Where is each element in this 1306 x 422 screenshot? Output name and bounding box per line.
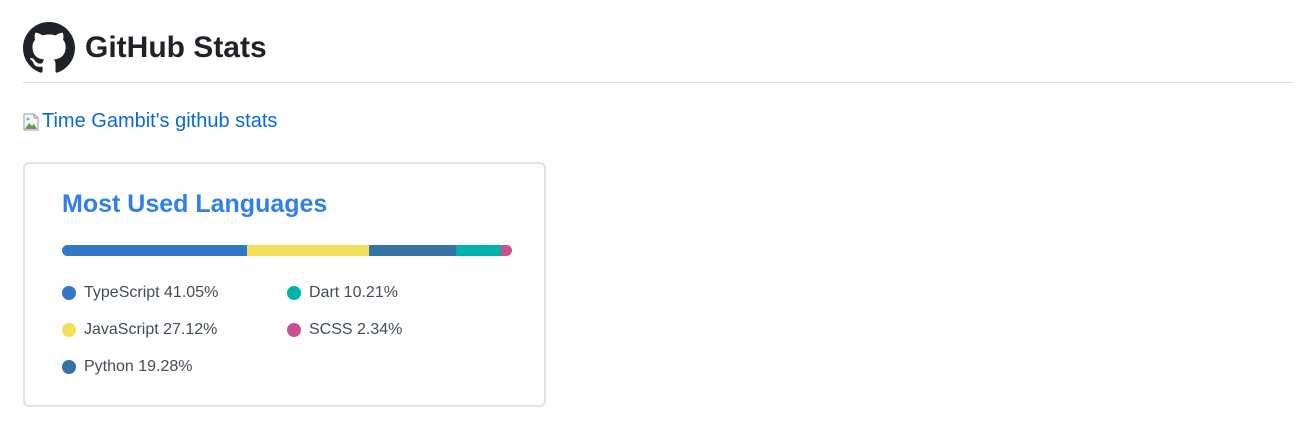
python-color-dot-icon [62,359,76,374]
page-title: GitHub Stats [85,31,267,64]
page-header: GitHub Stats [23,22,1293,83]
scss-color-dot-icon [287,322,301,337]
legend-label: Dart 10.21% [309,283,398,301]
broken-image-icon [23,113,39,130]
language-progress-bar [62,245,512,256]
javascript-color-dot-icon [62,322,76,337]
legend-label: JavaScript 27.12% [84,320,218,338]
legend-label: Python 19.28% [84,357,193,375]
legend-item-typescript: TypeScript 41.05% [62,284,287,301]
language-bar-segment-dart [455,245,502,256]
language-bar-segment-scss [501,245,512,256]
most-used-languages-card: Most Used Languages TypeScript 41.05% Da… [23,162,546,407]
card-title: Most Used Languages [62,190,328,218]
legend-item-javascript: JavaScript 27.12% [62,321,287,338]
language-bar-segment-javascript [246,245,369,256]
typescript-color-dot-icon [62,285,76,300]
legend-item-scss: SCSS 2.34% [287,321,487,338]
language-bar-segment-typescript [62,245,247,256]
legend-label: TypeScript 41.05% [84,283,219,301]
legend-item-dart: Dart 10.21% [287,284,487,301]
dart-color-dot-icon [287,285,301,300]
language-legend: TypeScript 41.05% Dart 10.21% JavaScript… [62,284,487,375]
github-stats-image-link[interactable]: Time Gambit's github stats [23,110,277,133]
legend-item-python: Python 19.28% [62,358,287,375]
github-stats-image-alt-text[interactable]: Time Gambit's github stats [42,110,277,133]
github-octocat-icon [23,22,75,73]
language-bar-segment-python [368,245,456,256]
legend-label: SCSS 2.34% [309,320,403,338]
